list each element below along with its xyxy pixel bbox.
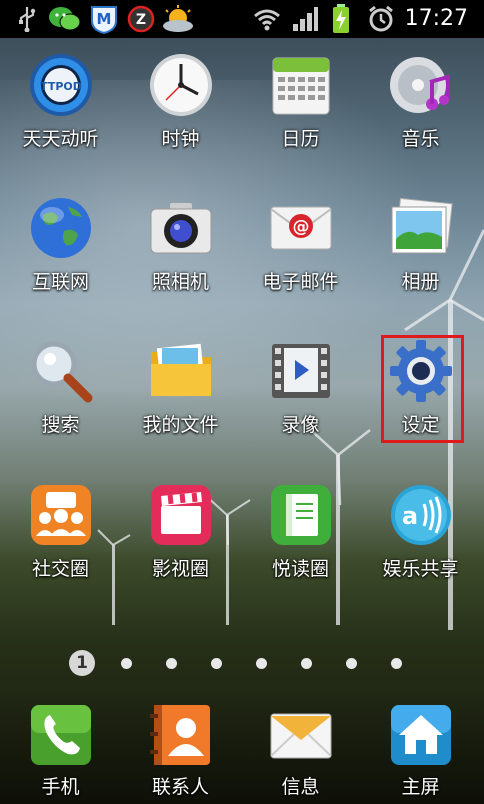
app-music[interactable]: 音乐 [360, 52, 481, 172]
gallery-icon [391, 197, 453, 254]
app-label: 相册 [401, 271, 440, 293]
dock-contacts[interactable]: 联系人 [120, 702, 241, 804]
page-dot[interactable] [301, 658, 312, 669]
camera-icon [150, 203, 212, 254]
signal-icon [290, 4, 320, 34]
app-clock[interactable]: 时钟 [120, 52, 241, 172]
svg-text:@: @ [293, 217, 310, 237]
app-label: 日历 [281, 128, 320, 150]
app-label: 手机 [41, 776, 80, 798]
wechat-icon [48, 4, 82, 34]
music-icon [390, 57, 450, 113]
battery-charging-icon [330, 4, 352, 34]
app-film[interactable]: 影视圈 [120, 482, 241, 602]
message-icon [270, 713, 332, 759]
app-label: 主屏 [401, 776, 440, 798]
app-label: 影视圈 [151, 558, 209, 580]
home-icon [391, 705, 451, 765]
page-indicator-current[interactable]: 1 [69, 650, 95, 676]
app-label: 音乐 [401, 128, 440, 150]
alarm-icon [366, 4, 396, 34]
globe-icon [31, 198, 91, 258]
phone-icon [31, 705, 91, 765]
app-label: 天天动听 [22, 128, 99, 150]
page-dot[interactable] [391, 658, 402, 669]
page-dot[interactable] [256, 658, 267, 669]
app-calendar[interactable]: 日历 [240, 52, 361, 172]
app-label: 录像 [281, 414, 320, 436]
dock-home[interactable]: 主屏 [360, 702, 481, 804]
app-internet[interactable]: 互联网 [0, 195, 121, 315]
search-icon [31, 341, 93, 403]
app-search[interactable]: 搜索 [0, 338, 121, 458]
app-my-files[interactable]: 我的文件 [120, 338, 241, 458]
calendar-icon [272, 57, 330, 115]
app-email[interactable]: @ 电子邮件 [240, 195, 361, 315]
video-icon [272, 344, 330, 398]
app-label: 信息 [281, 776, 320, 798]
dock: 手机 联系人 信息 主屏 [0, 690, 484, 804]
page-dot[interactable] [346, 658, 357, 669]
svg-text:Z: Z [136, 12, 146, 28]
page-dot[interactable] [121, 658, 132, 669]
app-share[interactable]: a 娱乐共享 [360, 482, 481, 602]
weather-icon [160, 4, 196, 34]
wifi-icon [252, 4, 282, 34]
app-label: 互联网 [31, 271, 89, 293]
status-bar: M Z 17:27 [0, 0, 484, 38]
app-label: 时钟 [161, 128, 200, 150]
svg-text:a: a [402, 502, 418, 530]
app-camera[interactable]: 照相机 [120, 195, 241, 315]
ttpod-icon: TTPOD [30, 54, 92, 116]
dock-phone[interactable]: 手机 [0, 702, 121, 804]
page-indicator: 1 [0, 648, 484, 678]
page-dot[interactable] [211, 658, 222, 669]
folder-icon [151, 343, 211, 396]
app-label: 联系人 [151, 776, 209, 798]
svg-text:M: M [97, 10, 112, 28]
svg-text:TTPOD: TTPOD [40, 80, 82, 93]
app-reading[interactable]: 悦读圈 [240, 482, 361, 602]
maxthon-icon: M [88, 4, 120, 34]
app-label: 我的文件 [142, 414, 219, 436]
dock-messages[interactable]: 信息 [240, 702, 361, 804]
settings-highlight-box [381, 335, 464, 443]
app-gallery[interactable]: 相册 [360, 195, 481, 315]
app-label: 娱乐共享 [382, 558, 459, 580]
app-label: 社交圈 [31, 558, 89, 580]
app-label: 悦读圈 [271, 558, 329, 580]
status-clock: 17:27 [404, 6, 468, 31]
app-video[interactable]: 录像 [240, 338, 361, 458]
page-dot[interactable] [166, 658, 177, 669]
clock-icon [150, 54, 212, 116]
app-ttpod[interactable]: TTPOD 天天动听 [0, 52, 121, 172]
contacts-icon [150, 705, 210, 765]
z-app-icon: Z [126, 4, 156, 34]
app-label: 电子邮件 [262, 271, 339, 293]
usb-icon [14, 4, 40, 34]
share-icon: a [391, 485, 451, 545]
app-label: 照相机 [151, 271, 209, 293]
app-social[interactable]: 社交圈 [0, 482, 121, 602]
home-screen: M Z 17:27 TTPOD 天天动听 时钟 日历 音乐 互联网 照相机 @ … [0, 0, 484, 804]
email-icon: @ [270, 206, 332, 250]
book-icon [271, 485, 331, 545]
app-label: 搜索 [41, 414, 80, 436]
film-icon [151, 485, 211, 545]
social-icon [31, 485, 91, 545]
